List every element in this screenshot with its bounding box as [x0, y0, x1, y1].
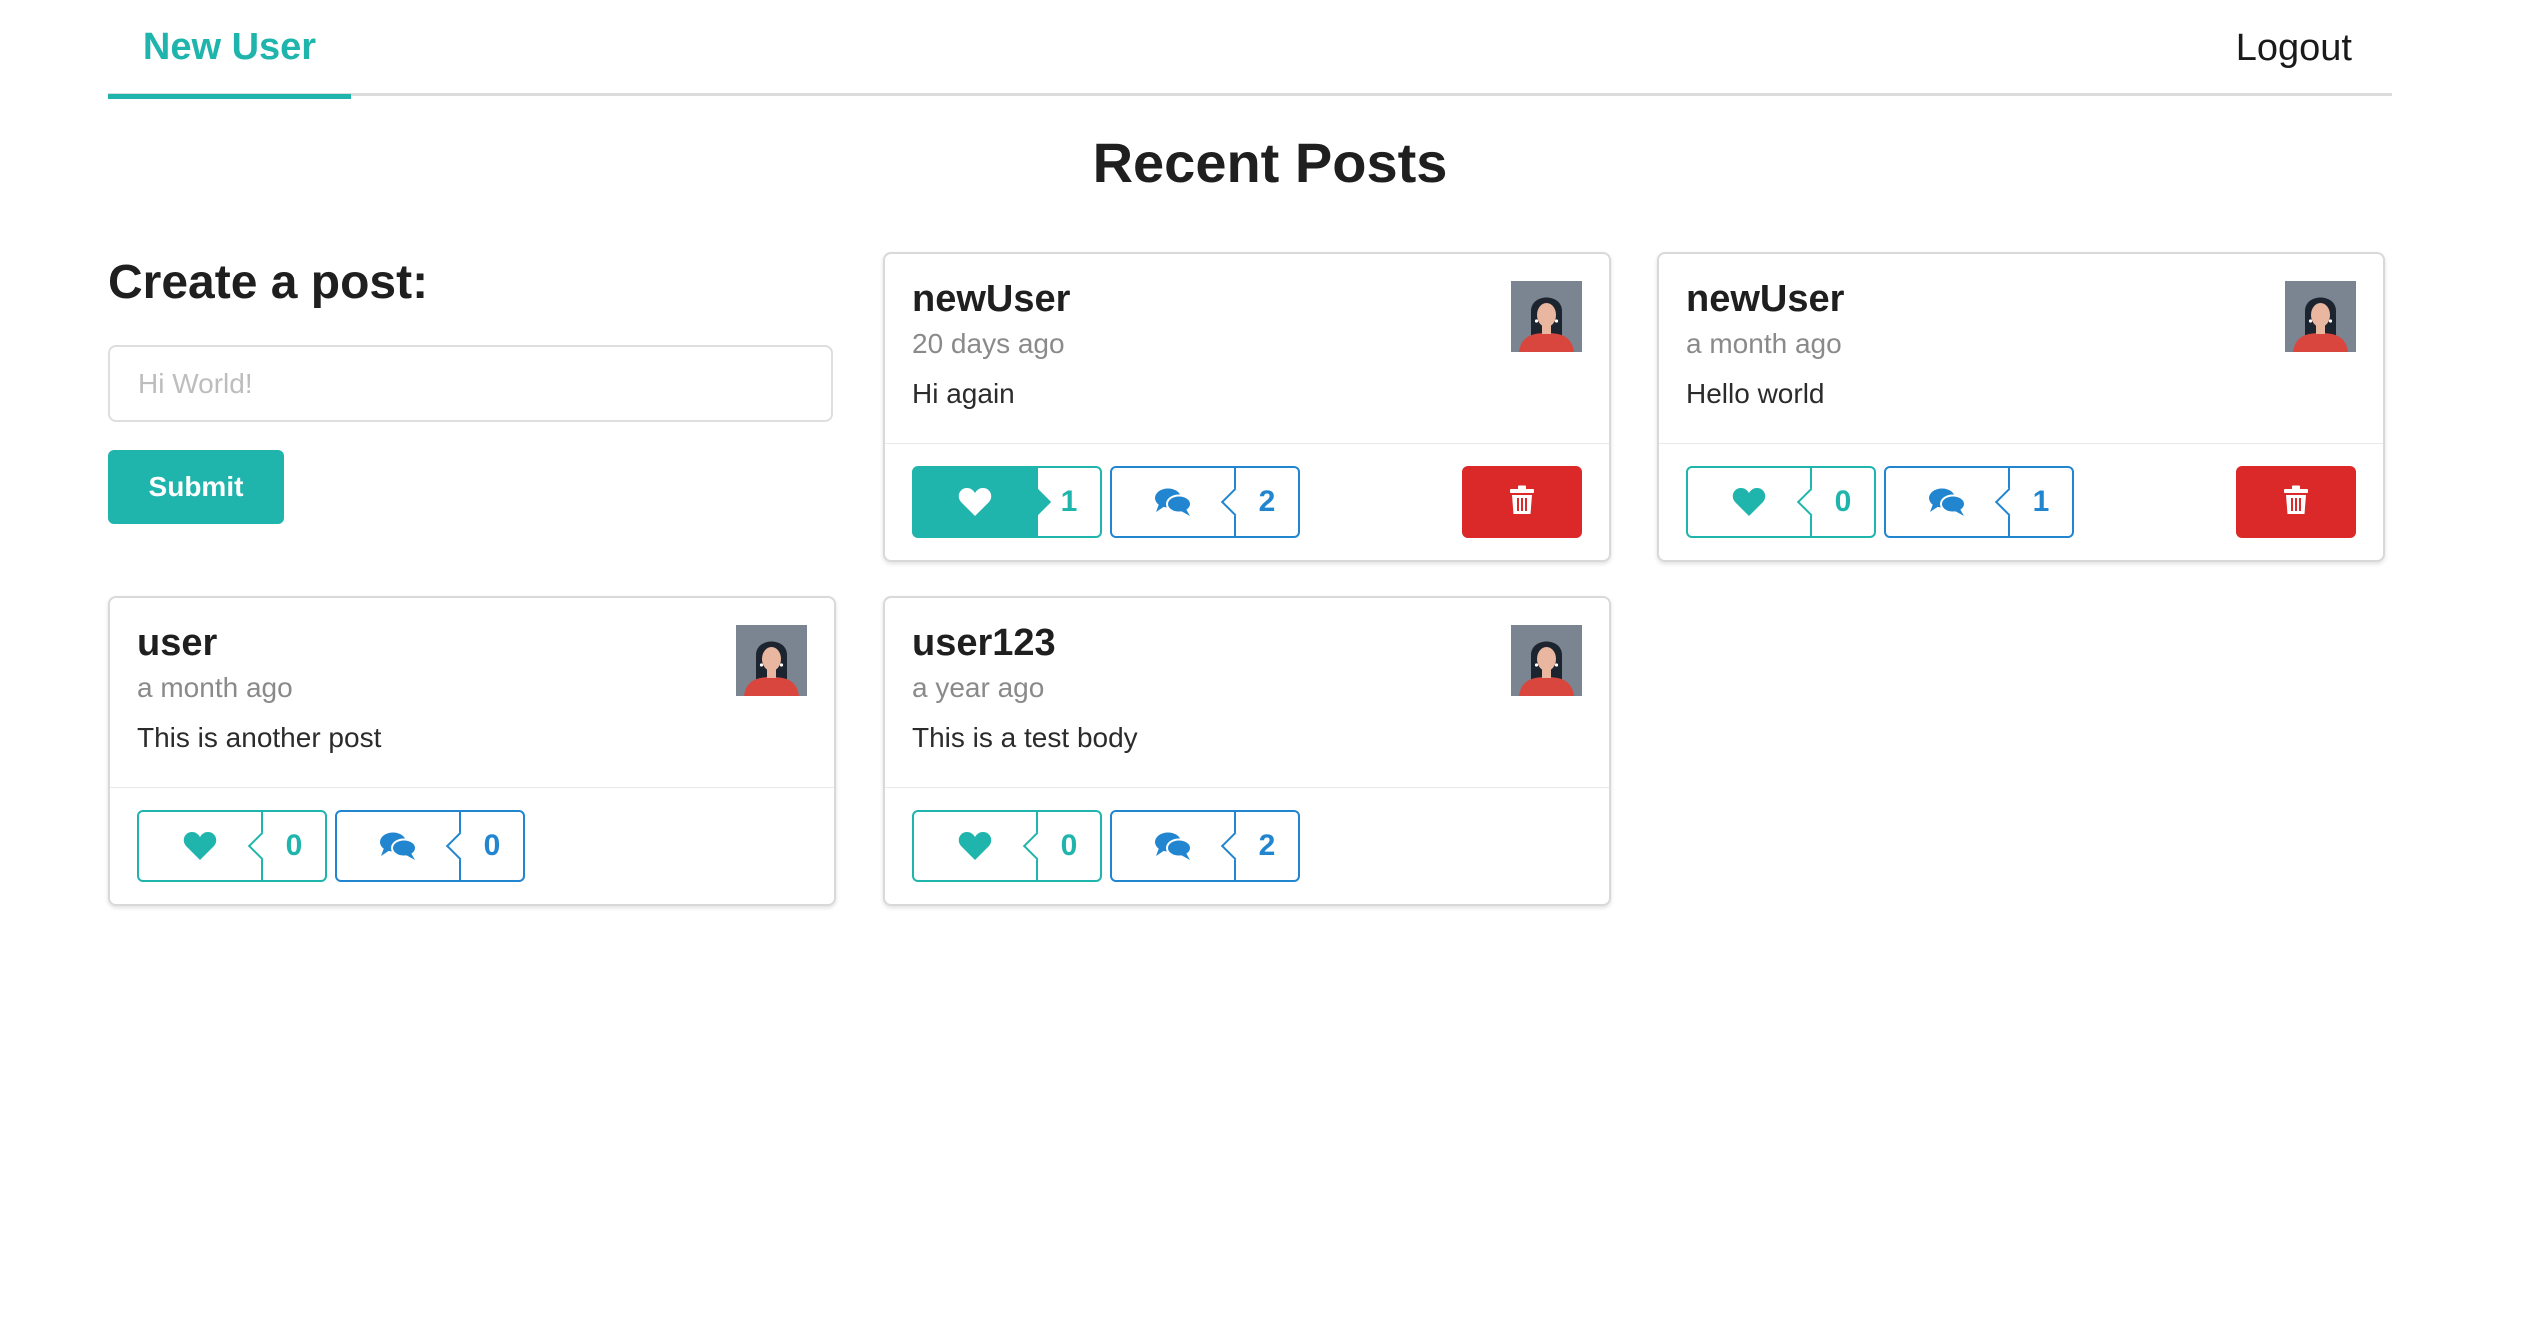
comments-icon — [1112, 468, 1234, 536]
post-author[interactable]: newUser — [912, 278, 1070, 321]
post-timestamp: a month ago — [137, 672, 293, 703]
delete-button[interactable] — [2236, 466, 2356, 538]
post-actions: 0 2 — [912, 810, 1582, 882]
post-content: user123 a year ago This is a test body — [885, 598, 1609, 788]
post-body: Hi again — [912, 378, 1015, 409]
like-button[interactable]: 1 — [912, 466, 1102, 538]
like-button[interactable]: 0 — [137, 810, 327, 882]
comment-button[interactable]: 1 — [1884, 466, 2074, 538]
post-timestamp: 20 days ago — [912, 328, 1065, 359]
comment-button[interactable]: 2 — [1110, 810, 1300, 882]
post-card: user123 a year ago This is a test body 0… — [883, 596, 1611, 906]
comment-count: 2 — [1234, 468, 1298, 536]
like-count: 0 — [261, 812, 325, 880]
post-content: user a month ago This is another post — [110, 598, 834, 788]
comment-count: 0 — [459, 812, 523, 880]
nav-logout[interactable]: Logout — [2236, 0, 2352, 96]
avatar — [1511, 625, 1582, 696]
top-menu: New User Logout — [108, 0, 2392, 99]
comment-count: 2 — [1234, 812, 1298, 880]
post-content: newUser a month ago Hello world — [1659, 254, 2383, 444]
post-author[interactable]: user123 — [912, 622, 1056, 665]
heart-icon — [914, 812, 1036, 880]
comments-icon — [337, 812, 459, 880]
post-body: This is another post — [137, 722, 382, 753]
avatar — [2285, 281, 2356, 352]
post-actions: 1 2 — [912, 466, 1582, 538]
like-count: 1 — [1036, 468, 1100, 536]
page-title: Recent Posts — [1092, 131, 1448, 194]
comment-button[interactable]: 0 — [335, 810, 525, 882]
heart-icon — [139, 812, 261, 880]
post-content: newUser 20 days ago Hi again — [885, 254, 1609, 444]
post-timestamp: a month ago — [1686, 328, 1842, 359]
post-actions: 0 1 — [1686, 466, 2356, 538]
trash-icon — [1509, 485, 1535, 520]
comments-icon — [1112, 812, 1234, 880]
nav-new-user[interactable]: New User — [108, 0, 351, 99]
post-author[interactable]: user — [137, 622, 217, 665]
create-post-title: Create a post: — [108, 256, 429, 309]
comment-count: 1 — [2008, 468, 2072, 536]
like-button[interactable]: 0 — [1686, 466, 1876, 538]
avatar — [736, 625, 807, 696]
submit-button[interactable]: Submit — [108, 450, 284, 524]
post-body: Hello world — [1686, 378, 1825, 409]
avatar — [1511, 281, 1582, 352]
post-card: user a month ago This is another post 0 … — [108, 596, 836, 906]
like-count: 0 — [1810, 468, 1874, 536]
post-author[interactable]: newUser — [1686, 278, 1844, 321]
post-card: newUser 20 days ago Hi again 1 2 — [883, 252, 1611, 562]
comment-button[interactable]: 2 — [1110, 466, 1300, 538]
like-count: 0 — [1036, 812, 1100, 880]
delete-button[interactable] — [1462, 466, 1582, 538]
heart-icon — [914, 468, 1036, 536]
post-actions: 0 0 — [137, 810, 807, 882]
post-timestamp: a year ago — [912, 672, 1045, 703]
comments-icon — [1886, 468, 2008, 536]
trash-icon — [2283, 485, 2309, 520]
heart-icon — [1688, 468, 1810, 536]
post-body-input[interactable] — [108, 345, 833, 422]
post-body: This is a test body — [912, 722, 1138, 753]
like-button[interactable]: 0 — [912, 810, 1102, 882]
post-card: newUser a month ago Hello world 0 1 — [1657, 252, 2385, 562]
